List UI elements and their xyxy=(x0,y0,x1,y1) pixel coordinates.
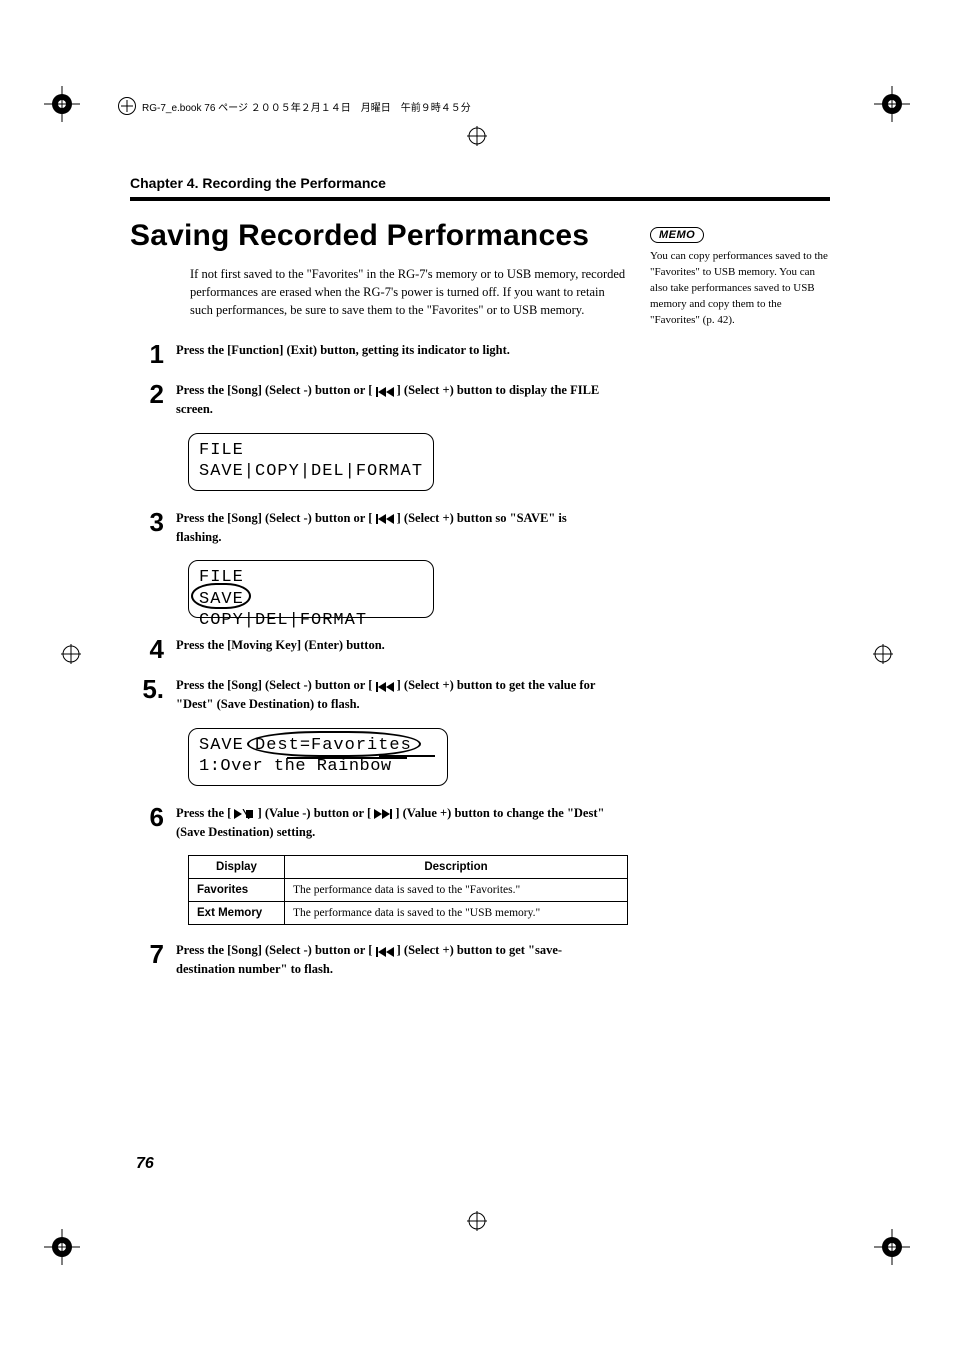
step-text: Press the [ ] (Value -) button or [ ] (V… xyxy=(176,804,606,842)
skip-back-icon xyxy=(376,514,394,524)
step-text: Press the [Song] (Select -) button or [ … xyxy=(176,676,606,714)
table-cell-desc: The performance data is saved to the "US… xyxy=(285,902,628,925)
step-4: 4 Press the [Moving Key] (Enter) button. xyxy=(130,636,830,662)
skip-forward-icon xyxy=(374,809,392,819)
step-text-pre: Press the [Song] (Select -) button or [ xyxy=(176,383,376,397)
step-3: 3 Press the [Song] (Select -) button or … xyxy=(130,509,830,547)
page-number: 76 xyxy=(136,1155,154,1173)
step-5: 5. Press the [Song] (Select -) button or… xyxy=(130,676,830,714)
step-text-pre: Press the [Song] (Select -) button or [ xyxy=(176,943,376,957)
skip-back-icon xyxy=(376,682,394,692)
step-text: Press the [Song] (Select -) button or [ … xyxy=(176,381,606,419)
crop-mark-icon xyxy=(467,126,487,146)
step-number: 1 xyxy=(130,341,176,367)
crop-mark-icon xyxy=(467,1211,487,1231)
table-row: Favorites The performance data is saved … xyxy=(189,879,628,902)
registration-mark-icon xyxy=(44,86,80,122)
destination-table: Display Description Favorites The perfor… xyxy=(188,855,628,925)
page: RG-7_e.book 76 ページ ２００５年２月１４日 月曜日 午前９時４５… xyxy=(0,0,954,1351)
table-cell-label: Ext Memory xyxy=(189,902,285,925)
step-text: Press the [Moving Key] (Enter) button. xyxy=(176,636,606,655)
table-cell-desc: The performance data is saved to the "Fa… xyxy=(285,879,628,902)
step-number: 3 xyxy=(130,509,176,535)
step-text-mid: ] (Value -) button or [ xyxy=(254,806,374,820)
table-row: Ext Memory The performance data is saved… xyxy=(189,902,628,925)
step-number: 6 xyxy=(130,804,176,830)
memo-sidebar: MEMO You can copy performances saved to … xyxy=(650,225,830,329)
skip-back-icon xyxy=(376,387,394,397)
crop-mark-icon xyxy=(873,644,893,664)
lcd-file-save-highlight: FILE SAVE COPY|DEL|FORMAT xyxy=(188,560,434,618)
crosshair-icon xyxy=(118,97,136,115)
memo-text: You can copy performances saved to the "… xyxy=(650,249,830,329)
lcd-line-2: SAVE|COPY|DEL|FORMAT xyxy=(199,461,423,482)
registration-mark-icon xyxy=(874,1229,910,1265)
step-number: 5. xyxy=(130,676,176,702)
registration-mark-icon xyxy=(44,1229,80,1265)
step-number: 7 xyxy=(130,941,176,967)
step-number: 2 xyxy=(130,381,176,407)
step-text: Press the [Song] (Select -) button or [ … xyxy=(176,509,606,547)
chapter-title: Chapter 4. Recording the Performance xyxy=(130,175,830,191)
skip-back-icon xyxy=(376,947,394,957)
step-7: 7 Press the [Song] (Select -) button or … xyxy=(130,941,830,979)
table-cell-label: Favorites xyxy=(189,879,285,902)
table-header-row: Display Description xyxy=(189,856,628,879)
strike-mark-icon xyxy=(379,755,435,758)
step-number: 4 xyxy=(130,636,176,662)
highlight-ring-icon xyxy=(247,731,421,757)
registration-mark-icon xyxy=(874,86,910,122)
lcd-save-dest: SAVE Dest=Favorites 1:Over the Rainbow xyxy=(188,728,448,786)
table-header-description: Description xyxy=(285,856,628,879)
step-text: Press the [Song] (Select -) button or [ … xyxy=(176,941,606,979)
step-6: 6 Press the [ ] (Value -) button or [ ] … xyxy=(130,804,830,842)
step-text: Press the [Function] (Exit) button, gett… xyxy=(176,341,606,360)
step-2: 2 Press the [Song] (Select -) button or … xyxy=(130,381,830,419)
book-header-text: RG-7_e.book 76 ページ ２００５年２月１４日 月曜日 午前９時４５… xyxy=(142,99,471,114)
highlight-ring-icon xyxy=(191,583,251,609)
book-header: RG-7_e.book 76 ページ ２００５年２月１４日 月曜日 午前９時４５… xyxy=(118,97,471,115)
lcd-file-screen: FILE SAVE|COPY|DEL|FORMAT xyxy=(188,433,434,491)
divider xyxy=(130,197,830,201)
intro-paragraph: If not first saved to the "Favorites" in… xyxy=(190,265,630,319)
memo-badge: MEMO xyxy=(650,227,704,243)
crop-mark-icon xyxy=(61,644,81,664)
step-text-pre: Press the [Song] (Select -) button or [ xyxy=(176,678,376,692)
table-header-display: Display xyxy=(189,856,285,879)
step-1: 1 Press the [Function] (Exit) button, ge… xyxy=(130,341,830,367)
lcd-line-1: FILE xyxy=(199,440,423,461)
step-text-pre: Press the [Song] (Select -) button or [ xyxy=(176,511,376,525)
play-stop-icon xyxy=(234,809,254,819)
step-text-pre: Press the [ xyxy=(176,806,234,820)
